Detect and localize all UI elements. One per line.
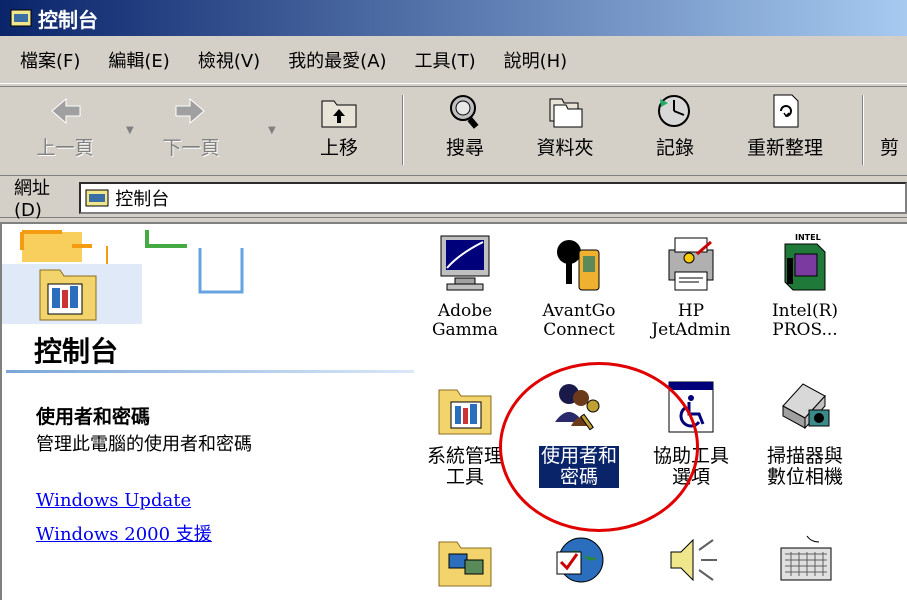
printer-icon: [668, 237, 714, 291]
menu-edit[interactable]: 編輯(E): [108, 47, 169, 73]
cut-button[interactable]: 剪: [880, 91, 907, 160]
network-card-icon: INTEL: [784, 233, 826, 291]
menu-favorites[interactable]: 我的最愛(A): [288, 47, 386, 73]
address-field[interactable]: 控制台: [79, 181, 907, 214]
speaker-icon: [670, 538, 717, 582]
svg-text:INTEL: INTEL: [795, 233, 821, 242]
history-button[interactable]: 記錄: [630, 91, 720, 160]
rearrange-label: 重新整理: [746, 137, 823, 159]
item-intel-pros[interactable]: INTEL Intel(R) PROS...: [752, 232, 858, 340]
partial-icon: [898, 376, 907, 440]
selected-item-description: 管理此電腦的使用者和密碼: [36, 434, 252, 455]
accessibility-icon: [668, 381, 714, 433]
window-title: 控制台: [38, 7, 98, 32]
item-label: Intel(R) PROS...: [771, 301, 839, 340]
toolbar: 上一頁 ▼ 下一頁 ▼ 上移 搜尋 資料夾 記錄 重新整理 剪: [0, 86, 907, 176]
item-label: 協助工具 選項: [652, 445, 729, 488]
search-icon: [450, 95, 479, 129]
search-button[interactable]: 搜尋: [420, 91, 510, 160]
item-label: AvantGo Connect: [542, 301, 616, 340]
search-label: 搜尋: [445, 137, 484, 159]
menu-file[interactable]: 檔案(F): [20, 47, 80, 73]
item-users-passwords[interactable]: 使用者和 密碼: [526, 376, 632, 488]
forward-arrow-icon: [175, 97, 205, 125]
history-clock-icon: [658, 95, 690, 127]
avantgo-icon: [557, 240, 600, 291]
title-bar[interactable]: 控制台: [0, 0, 907, 36]
folders-label: 資料夾: [536, 137, 594, 159]
content-area: 控制台 使用者和密碼 管理此電腦的使用者和密碼 Windows Update W…: [0, 222, 907, 600]
info-pane: 控制台 使用者和密碼 管理此電腦的使用者和密碼 Windows Update W…: [2, 224, 417, 600]
cut-label: 剪: [880, 137, 900, 159]
address-label: 網址(D): [14, 178, 50, 221]
rearrange-button[interactable]: 重新整理: [740, 91, 830, 160]
admin-tools-folder-icon: [438, 389, 492, 435]
pane-divider: [6, 370, 414, 373]
back-arrow-icon: [51, 97, 81, 125]
item-label: HP JetAdmin: [651, 301, 731, 340]
control-panel-icon: [10, 9, 32, 27]
back-dropdown-icon[interactable]: ▼: [126, 125, 134, 136]
scanner-icon: [782, 383, 830, 430]
forward-dropdown-icon[interactable]: ▼: [268, 125, 276, 136]
menu-help[interactable]: 說明(H): [504, 47, 568, 73]
item-hp-jetadmin[interactable]: HP JetAdmin: [638, 232, 744, 340]
windows-update-link[interactable]: Windows Update: [36, 490, 191, 511]
item-label: 系統管理 工具: [426, 445, 503, 488]
folder-up-icon: [321, 100, 357, 128]
item-label: 使用者和 密碼: [538, 445, 619, 488]
item-keyboard[interactable]: [752, 528, 858, 598]
up-label: 上移: [319, 137, 358, 159]
item-adobe-gamma[interactable]: Adobe Gamma: [412, 232, 518, 340]
pane-title: 控制台: [34, 335, 119, 368]
item-accessibility[interactable]: 協助工具 選項: [638, 376, 744, 488]
history-label: 記錄: [655, 137, 694, 159]
windows-support-link[interactable]: Windows 2000 支援: [36, 520, 212, 546]
network-folder-icon: [438, 541, 492, 587]
refresh-page-icon: [773, 94, 799, 128]
keyboard-icon: [780, 535, 832, 581]
item-network-connections[interactable]: [412, 528, 518, 598]
globe-check-icon: [556, 537, 604, 583]
item-windows-update[interactable]: [526, 528, 632, 598]
icon-grid: Adobe Gamma AvantGo Connect HP JetAdmin: [412, 224, 907, 600]
selected-item-name: 使用者和密碼: [36, 406, 151, 428]
item-admin-tools[interactable]: 系統管理 工具: [412, 376, 518, 488]
up-button[interactable]: 上移: [294, 91, 384, 160]
menu-bar: 檔案(F) 編輯(E) 檢視(V) 我的最愛(A) 工具(T) 說明(H): [0, 36, 907, 84]
forward-button[interactable]: 下一頁: [146, 91, 236, 160]
folders-button[interactable]: 資料夾: [520, 91, 610, 160]
item-sounds[interactable]: [638, 528, 744, 598]
back-label: 上一頁: [36, 137, 94, 159]
control-panel-icon: [85, 189, 109, 206]
item-label: Adobe Gamma: [431, 301, 499, 340]
menu-tools[interactable]: 工具(T): [415, 47, 476, 73]
item-scanners-cameras[interactable]: 掃描器與 數位相機: [752, 376, 858, 488]
item-avantgo-connect[interactable]: AvantGo Connect: [526, 232, 632, 340]
item-cutoff[interactable]: [898, 376, 907, 440]
menu-view[interactable]: 檢視(V): [198, 47, 260, 73]
address-bar: 網址(D) 控制台: [0, 178, 907, 221]
toolbar-separator: [862, 95, 864, 165]
users-key-icon: [555, 384, 600, 431]
cut-icon: [880, 91, 907, 131]
toolbar-separator: [402, 95, 404, 165]
folders-icon: [549, 98, 583, 128]
monitor-gamma-icon: [440, 235, 490, 291]
item-label: 掃描器與 數位相機: [766, 445, 843, 488]
back-button[interactable]: 上一頁: [20, 91, 110, 160]
forward-label: 下一頁: [162, 137, 220, 159]
address-value: 控制台: [115, 188, 170, 210]
